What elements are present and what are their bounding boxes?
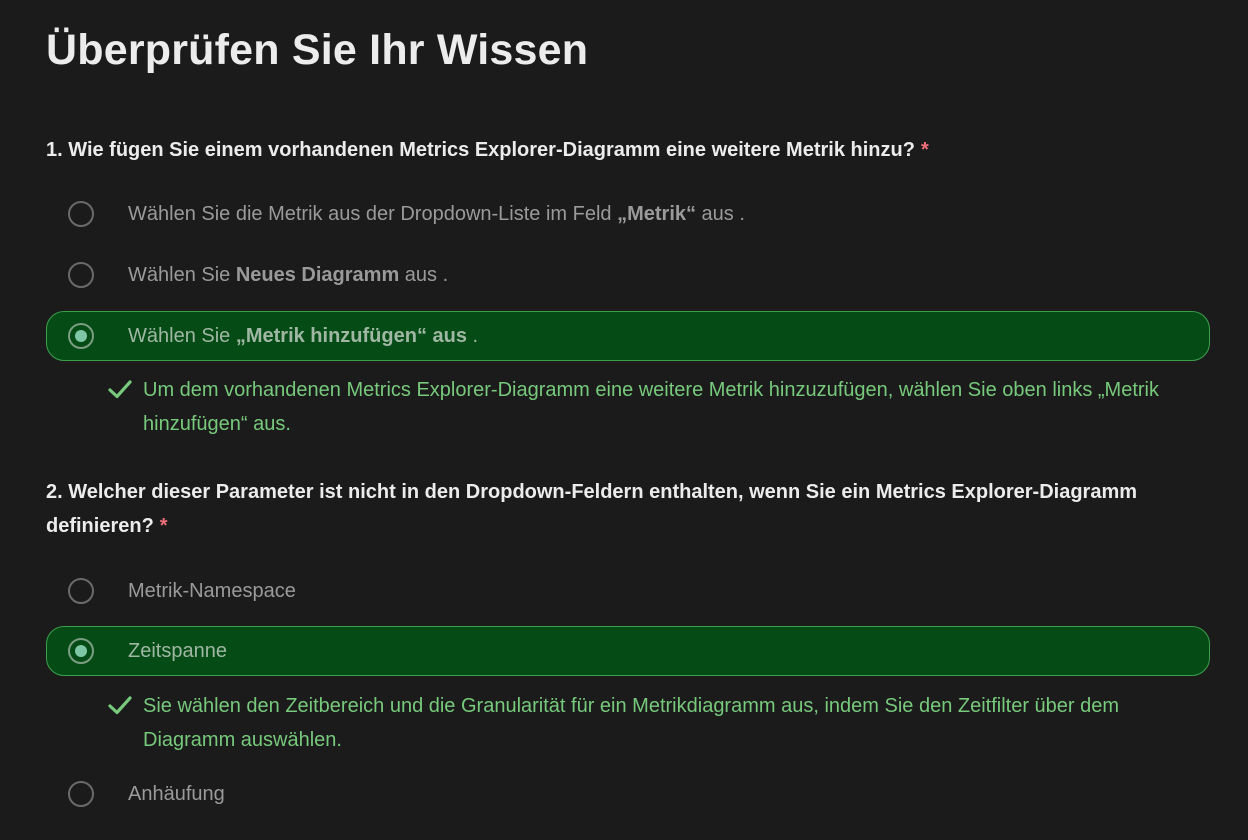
question-2-label: 2. Welcher dieser Parameter ist nicht in… <box>46 481 1138 537</box>
radio-button-unchecked[interactable] <box>68 201 94 227</box>
option-text-part: Wählen Sie <box>128 325 236 347</box>
feedback-text: Um dem vorhandenen Metrics Explorer-Diag… <box>143 379 1159 435</box>
question-1-option-2[interactable]: Wählen Sie Neues Diagramm aus . <box>46 250 1210 300</box>
radio-button-unchecked[interactable] <box>68 781 94 807</box>
page-title: Überprüfen Sie Ihr Wissen <box>46 26 589 74</box>
option-text-bold: Neues Diagramm <box>235 264 400 286</box>
required-asterisk: * <box>920 139 929 161</box>
question-2-option-3[interactable]: Anhäufung <box>46 769 1210 819</box>
required-asterisk: * <box>159 515 168 537</box>
option-label: Wählen Sie „Metrik hinzufügen“ aus . <box>128 312 478 360</box>
radio-dot <box>75 330 87 342</box>
radio-button-checked[interactable] <box>68 323 94 349</box>
question-1-text: 1. Wie fügen Sie einem vorhandenen Metri… <box>46 133 1210 167</box>
radio-button-unchecked[interactable] <box>68 578 94 604</box>
option-label: Metrik-Namespace <box>128 580 296 602</box>
checkmark-icon <box>108 380 132 399</box>
option-label: Anhäufung <box>128 783 225 805</box>
option-label: Wählen Sie die Metrik aus der Dropdown-L… <box>128 190 745 238</box>
option-text-part: aus . <box>696 203 745 225</box>
radio-dot <box>75 645 87 657</box>
option-label: Zeitspanne <box>128 640 227 662</box>
feedback-text: Sie wählen den Zeitbereich und die Granu… <box>143 695 1120 751</box>
question-1-label: 1. Wie fügen Sie einem vorhandenen Metri… <box>46 139 915 161</box>
question-2-text: 2. Welcher dieser Parameter ist nicht in… <box>46 475 1210 543</box>
question-2-option-1[interactable]: Metrik-Namespace <box>46 566 1210 616</box>
option-text-bold: „Metrik hinzufügen“ aus <box>235 325 467 347</box>
option-label: Wählen Sie Neues Diagramm aus . <box>128 251 448 299</box>
option-text-bold: „Metrik“ <box>617 203 696 225</box>
radio-button-unchecked[interactable] <box>68 262 94 288</box>
question-1-option-3-selected[interactable]: Wählen Sie „Metrik hinzufügen“ aus . <box>46 311 1210 361</box>
option-text-part: . <box>466 325 479 347</box>
option-text-part: Wählen Sie <box>128 264 236 286</box>
question-1-option-1[interactable]: Wählen Sie die Metrik aus der Dropdown-L… <box>46 189 1210 239</box>
checkmark-icon <box>108 696 132 715</box>
question-2-option-2-selected[interactable]: Zeitspanne <box>46 626 1210 676</box>
option-text-part: aus . <box>399 264 449 286</box>
radio-button-checked[interactable] <box>68 638 94 664</box>
option-text-part: Wählen Sie die Metrik aus der Dropdown-L… <box>128 203 618 225</box>
